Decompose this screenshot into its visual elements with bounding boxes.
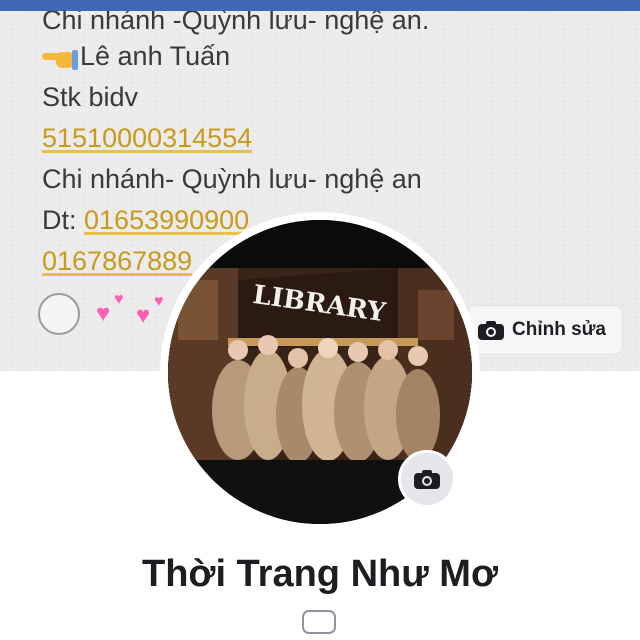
change-profile-picture-button[interactable] bbox=[398, 450, 456, 508]
camera-icon bbox=[478, 320, 504, 340]
cover-text-name-line: Lê anh Tuấn bbox=[42, 39, 230, 73]
backhand-index-pointing-right-icon bbox=[42, 46, 78, 70]
two-hearts-icon: ♥ ♥ ♥ ♥ bbox=[96, 291, 164, 329]
cover-text-name: Lê anh Tuấn bbox=[80, 41, 231, 71]
message-bubble-icon[interactable] bbox=[302, 610, 336, 634]
top-nav-bar bbox=[0, 0, 640, 11]
camera-icon bbox=[414, 469, 440, 489]
cover-text-branch-top: Chi nhánh -Quỳnh lưu- nghệ an. bbox=[42, 11, 430, 35]
circle-outline-icon bbox=[38, 293, 80, 335]
account-number[interactable]: 51510000314554 bbox=[42, 123, 252, 153]
phone-number-1[interactable]: 01653990900 bbox=[84, 205, 249, 235]
cover-text-branch: Chi nhánh- Quỳnh lưu- nghệ an bbox=[42, 164, 422, 194]
edit-cover-label: Chỉnh sửa bbox=[512, 319, 606, 340]
cover-text-phone-line: Dt: 01653990900 bbox=[42, 203, 249, 237]
phone-number-2[interactable]: 0167867889 bbox=[42, 246, 192, 276]
edit-cover-button[interactable]: Chỉnh sửa bbox=[468, 306, 622, 354]
phone-label: Dt: bbox=[42, 205, 85, 235]
cover-text-bank: Stk bidv bbox=[42, 82, 139, 112]
cover-text-account-line: 51510000314554 bbox=[42, 121, 252, 155]
profile-name: Thời Trang Như Mơ bbox=[142, 553, 498, 595]
cover-text-phone2-line: 0167867889 bbox=[42, 244, 192, 278]
